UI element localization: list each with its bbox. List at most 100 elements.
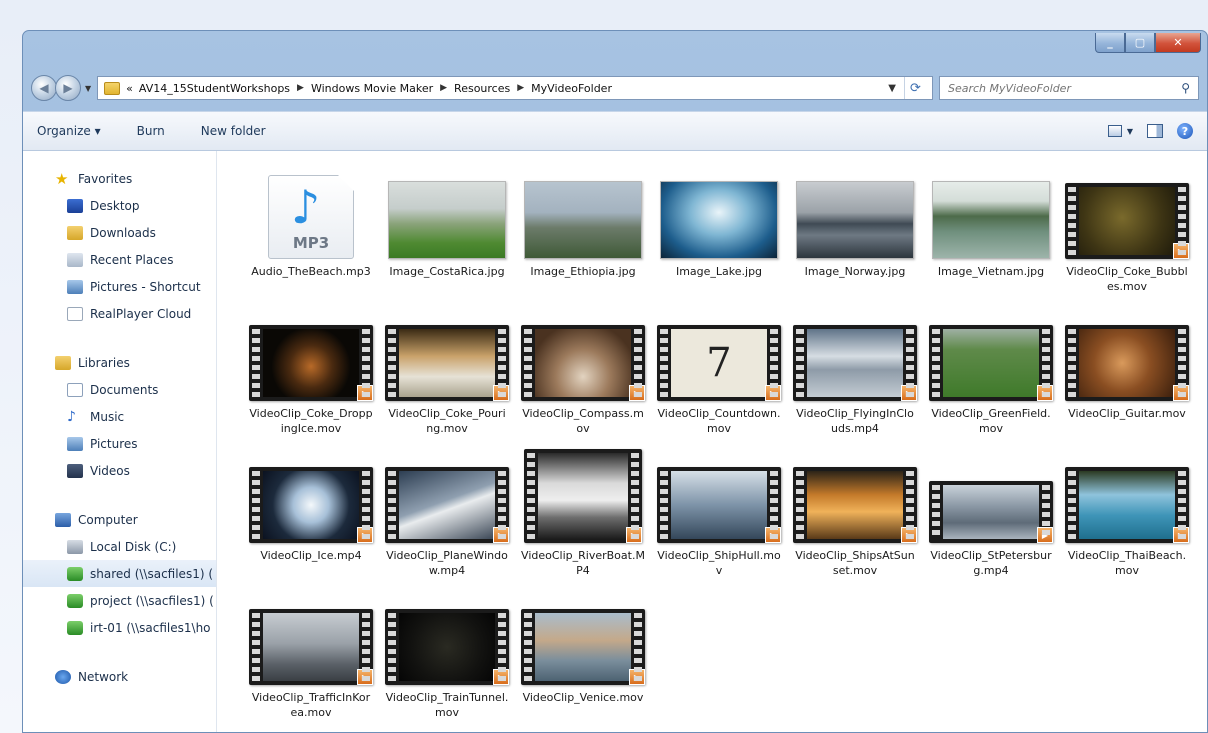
- nav-music[interactable]: ♪ Music: [23, 403, 216, 430]
- nav-computer[interactable]: Computer: [23, 506, 216, 533]
- navigation-pane: ★ Favorites Desktop Downloads Recent Plac…: [23, 151, 217, 732]
- file-item[interactable]: ▶ VideoClip_PlaneWindow.mp4: [379, 451, 515, 593]
- file-item[interactable]: ▶ VideoClip_Venice.mov: [515, 593, 651, 732]
- file-name: VideoClip_Venice.mov: [522, 691, 644, 704]
- file-item[interactable]: ▶ VideoClip_Ice.mp4: [243, 451, 379, 593]
- file-name: VideoClip_ThaiBeach.mov: [1067, 549, 1187, 577]
- nav-shared-drive[interactable]: shared (\\sacfiles1) (: [23, 560, 216, 587]
- file-name: VideoClip_Countdown.mov: [657, 407, 781, 435]
- nav-network[interactable]: Network: [23, 663, 216, 690]
- file-item[interactable]: ▶ VideoClip_Coke_DroppingIce.mov: [243, 309, 379, 451]
- nav-label: Libraries: [78, 355, 130, 370]
- nav-recent-places[interactable]: Recent Places: [23, 246, 216, 273]
- nav-label: Pictures - Shortcut: [90, 279, 201, 294]
- address-bar-end: ▼ ⟳: [888, 77, 926, 99]
- search-icon[interactable]: ⚲: [1181, 81, 1190, 95]
- help-icon[interactable]: ?: [1177, 123, 1193, 139]
- nav-videos[interactable]: Videos: [23, 457, 216, 484]
- video-thumbnail: ▶: [521, 325, 645, 401]
- breadcrumb-separator-icon[interactable]: ▶: [440, 83, 447, 93]
- file-item[interactable]: ▶ VideoClip_Compass.mov: [515, 309, 651, 451]
- file-item[interactable]: ▶ VideoClip_RiverBoat.MP4: [515, 449, 651, 593]
- nav-desktop[interactable]: Desktop: [23, 192, 216, 219]
- nav-label: Music: [90, 409, 125, 424]
- breadcrumb-item[interactable]: Windows Movie Maker: [311, 82, 433, 95]
- file-item[interactable]: ▶ VideoClip_Guitar.mov: [1059, 309, 1195, 451]
- file-item[interactable]: ♪ MP3 Audio_TheBeach.mp3: [243, 167, 379, 309]
- recent-pages-dropdown-icon[interactable]: ▼: [85, 84, 91, 93]
- file-item[interactable]: ▶ VideoClip_ShipsAtSunset.mov: [787, 451, 923, 593]
- nav-label: Videos: [90, 463, 130, 478]
- nav-pictures[interactable]: Pictures: [23, 430, 216, 457]
- nav-realplayer-cloud[interactable]: RealPlayer Cloud: [23, 300, 216, 327]
- video-thumbnail: ▶: [521, 609, 645, 685]
- video-thumbnail: ▶: [385, 609, 509, 685]
- file-name: VideoClip_RiverBoat.MP4: [521, 549, 645, 577]
- file-name: Image_Ethiopia.jpg: [530, 265, 636, 278]
- video-thumbnail: ▶: [1065, 325, 1189, 401]
- search-input[interactable]: [948, 81, 1182, 95]
- nav-favorites[interactable]: ★ Favorites: [23, 165, 216, 192]
- file-item[interactable]: ▶ VideoClip_TrainTunnel.mov: [379, 593, 515, 732]
- burn-button[interactable]: Burn: [137, 124, 165, 138]
- refresh-icon[interactable]: ⟳: [904, 77, 926, 99]
- maximize-button[interactable]: ▢: [1125, 33, 1155, 53]
- address-overflow-chevron[interactable]: «: [126, 82, 133, 95]
- file-item[interactable]: ▶ VideoClip_Coke_Pouring.mov: [379, 309, 515, 451]
- close-button[interactable]: ✕: [1155, 33, 1201, 53]
- file-item[interactable]: Image_Norway.jpg: [787, 167, 923, 309]
- new-folder-button[interactable]: New folder: [201, 124, 266, 138]
- search-box: ⚲: [939, 76, 1199, 100]
- file-item[interactable]: Image_Lake.jpg: [651, 167, 787, 309]
- nav-irt-drive[interactable]: irt-01 (\\sacfiles1\ho: [23, 614, 216, 641]
- play-icon: ▶: [357, 669, 373, 685]
- view-dropdown-icon: ▼: [1126, 126, 1133, 136]
- organize-button[interactable]: Organize ▾: [37, 124, 101, 138]
- address-bar[interactable]: « AV14_15StudentWorkshops ▶ Windows Movi…: [97, 76, 933, 100]
- file-item[interactable]: ▶ VideoClip_GreenField.mov: [923, 309, 1059, 451]
- nav-label: Favorites: [78, 171, 133, 186]
- forward-button[interactable]: ▶: [55, 75, 81, 101]
- breadcrumb-item[interactable]: MyVideoFolder: [531, 82, 612, 95]
- play-icon: ▶: [1037, 527, 1053, 543]
- file-item[interactable]: ▶ VideoClip_StPetersburg.mp4: [923, 451, 1059, 593]
- back-button[interactable]: ◀: [31, 75, 57, 101]
- file-item[interactable]: 7 ▶ VideoClip_Countdown.mov: [651, 309, 787, 451]
- file-item[interactable]: ▶ VideoClip_TrafficInKorea.mov: [243, 593, 379, 732]
- file-item[interactable]: ▶ VideoClip_FlyingInClouds.mp4: [787, 309, 923, 451]
- downloads-folder-icon: [67, 225, 83, 240]
- breadcrumb-item[interactable]: AV14_15StudentWorkshops: [139, 82, 290, 95]
- nav-documents[interactable]: Documents: [23, 376, 216, 403]
- explorer-window: _ ▢ ✕ ◀ ▶ ▼ « AV14_15StudentWorkshops ▶ …: [22, 30, 1208, 733]
- nav-label: Pictures: [90, 436, 138, 451]
- video-thumbnail: ▶: [929, 325, 1053, 401]
- nav-label: Documents: [90, 382, 159, 397]
- file-name: VideoClip_TrainTunnel.mov: [385, 691, 509, 719]
- address-history-dropdown-icon[interactable]: ▼: [888, 83, 896, 94]
- nav-local-disk[interactable]: Local Disk (C:): [23, 533, 216, 560]
- change-view-button[interactable]: ▼: [1107, 125, 1133, 137]
- file-item[interactable]: ▶ VideoClip_Coke_Bubbles.mov: [1059, 167, 1195, 309]
- minimize-button[interactable]: _: [1095, 33, 1125, 53]
- file-item[interactable]: ▶ VideoClip_ThaiBeach.mov: [1059, 451, 1195, 593]
- file-item[interactable]: ▶ VideoClip_ShipHull.mov: [651, 451, 787, 593]
- file-item[interactable]: Image_Vietnam.jpg: [923, 167, 1059, 309]
- nav-pictures-shortcut[interactable]: Pictures - Shortcut: [23, 273, 216, 300]
- video-thumbnail: ▶: [1065, 183, 1189, 259]
- play-icon: ▶: [357, 527, 373, 543]
- play-icon: ▶: [1037, 385, 1053, 401]
- file-item[interactable]: Image_CostaRica.jpg: [379, 167, 515, 309]
- breadcrumb-separator-icon[interactable]: ▶: [297, 83, 304, 93]
- music-note-icon: ♪: [67, 408, 76, 425]
- command-bar: Organize ▾ Burn New folder ▼ ?: [23, 111, 1207, 151]
- nav-project-drive[interactable]: project (\\sacfiles1) (: [23, 587, 216, 614]
- nav-libraries[interactable]: Libraries: [23, 349, 216, 376]
- video-thumbnail: ▶: [385, 467, 509, 543]
- breadcrumb-separator-icon[interactable]: ▶: [517, 83, 524, 93]
- preview-pane-icon[interactable]: [1147, 124, 1163, 138]
- file-name: Audio_TheBeach.mp3: [251, 265, 371, 278]
- nav-label: shared (\\sacfiles1) (: [90, 566, 214, 581]
- nav-downloads[interactable]: Downloads: [23, 219, 216, 246]
- file-item[interactable]: Image_Ethiopia.jpg: [515, 167, 651, 309]
- breadcrumb-item[interactable]: Resources: [454, 82, 510, 95]
